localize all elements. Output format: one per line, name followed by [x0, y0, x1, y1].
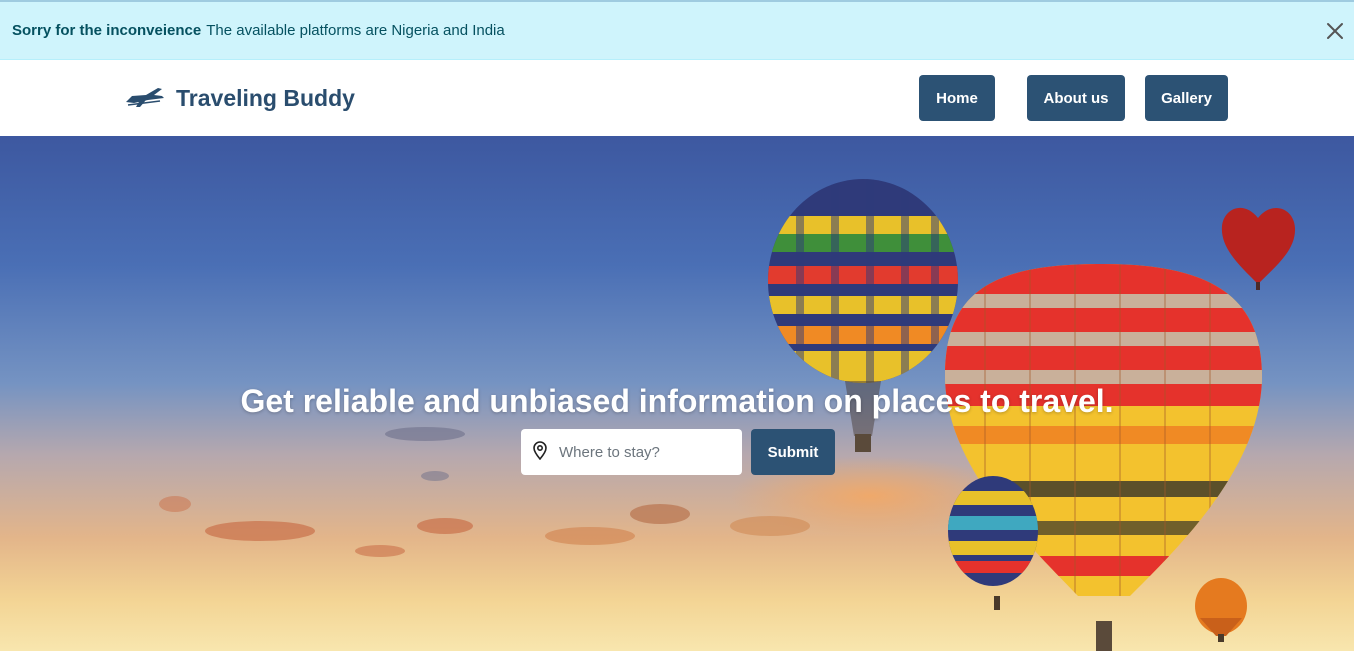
airplane-icon — [124, 82, 166, 115]
close-icon[interactable] — [1324, 20, 1346, 42]
submit-button[interactable]: Submit — [751, 429, 835, 475]
search-input[interactable] — [559, 443, 729, 461]
nav-gallery-button[interactable]: Gallery — [1145, 75, 1228, 121]
hero-headline: Get reliable and unbiased information on… — [240, 383, 1114, 419]
alert-banner: Sorry for the inconveience The available… — [0, 0, 1354, 60]
hero-section: Get reliable and unbiased information on… — [0, 136, 1354, 651]
nav-about-button[interactable]: About us — [1027, 75, 1125, 121]
brand-link[interactable]: Traveling Buddy — [124, 82, 355, 115]
alert-message: The available platforms are Nigeria and … — [206, 22, 505, 39]
navbar: Traveling Buddy Home About us Gallery — [0, 60, 1354, 136]
alert-strong-text: Sorry for the inconveience — [12, 22, 202, 39]
brand-name: Traveling Buddy — [176, 85, 355, 111]
location-pin-icon — [531, 440, 549, 465]
nav-home-button[interactable]: Home — [919, 75, 995, 121]
search-box — [521, 429, 742, 475]
